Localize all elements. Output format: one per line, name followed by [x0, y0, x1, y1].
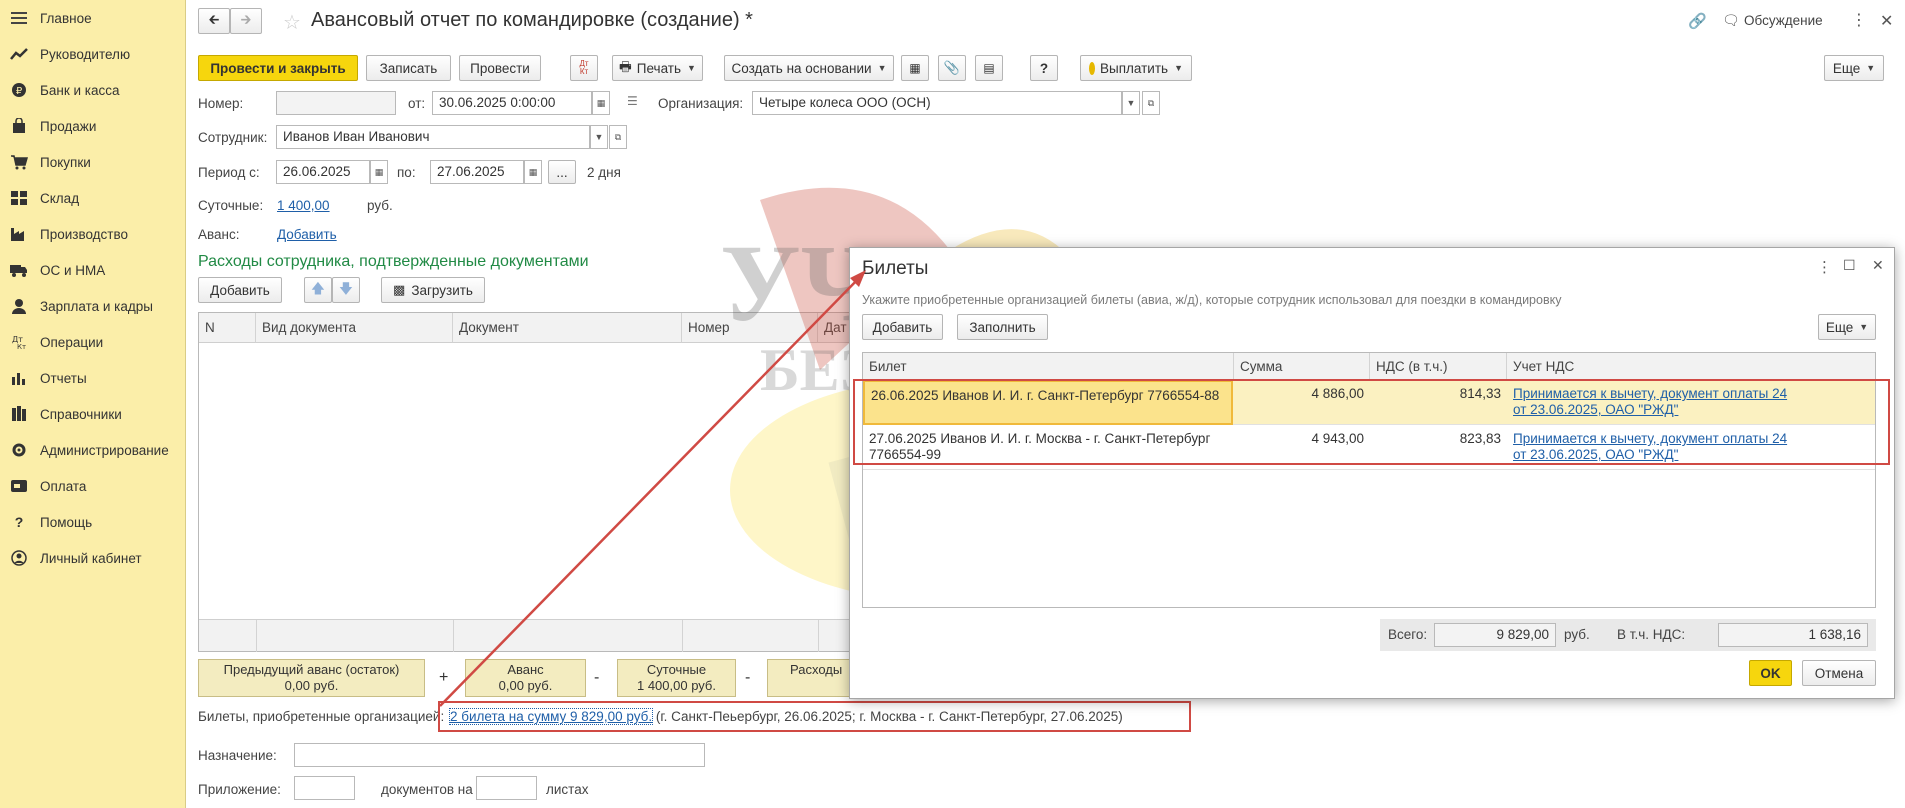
annotation-arrow: [439, 270, 866, 707]
